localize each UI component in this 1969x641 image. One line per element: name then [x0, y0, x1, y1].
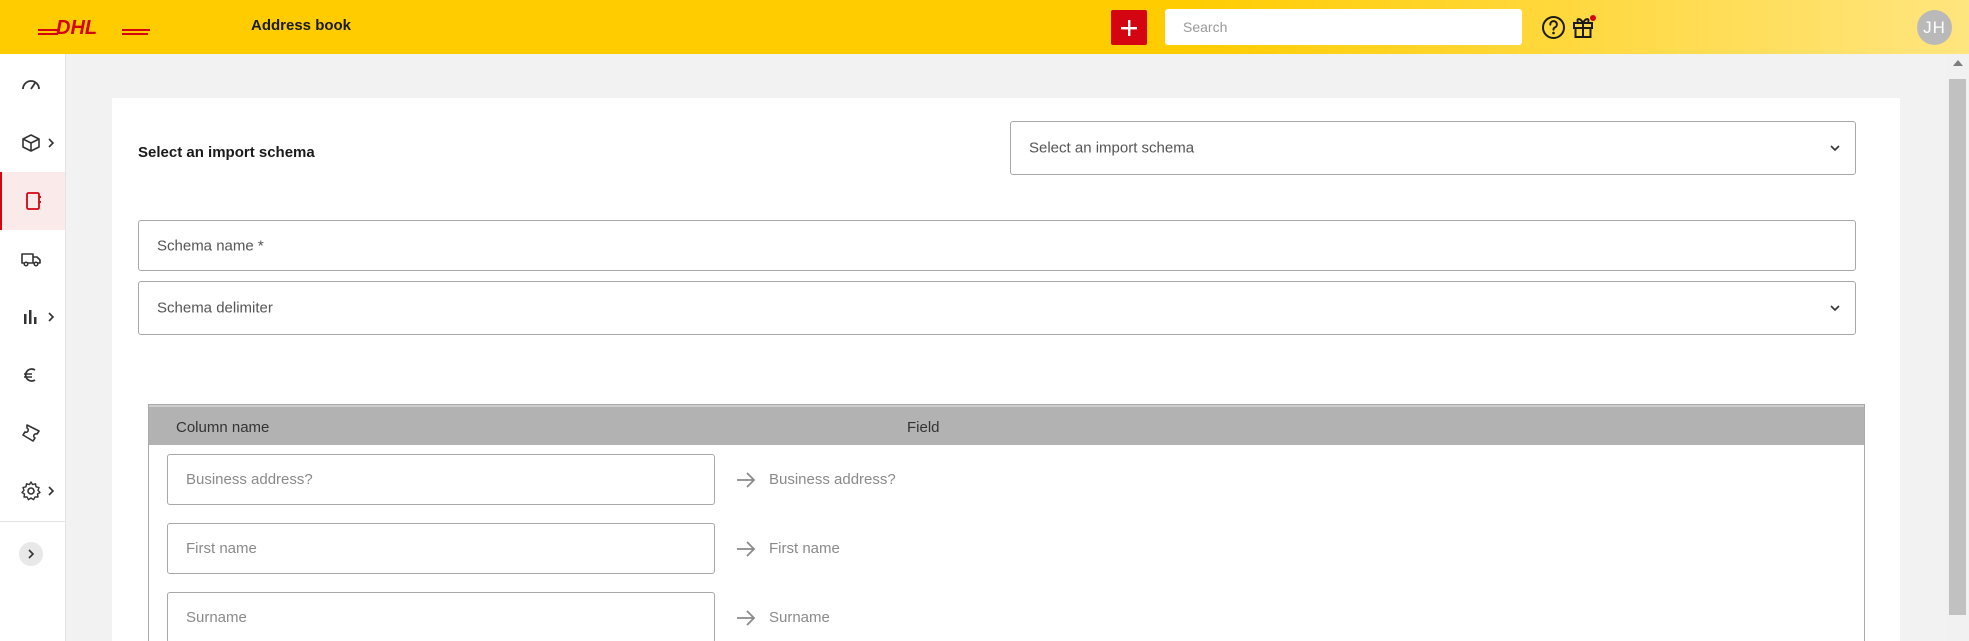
scroll-thumb[interactable]: [1949, 79, 1966, 615]
schema-delimiter-dropdown[interactable]: Schema delimiter: [138, 281, 1856, 335]
sidebar-item-dashboard[interactable]: [0, 56, 65, 114]
chevron-right-icon: [48, 312, 55, 322]
sidebar-item-settings[interactable]: [0, 462, 65, 520]
chevron-down-icon: [1830, 305, 1840, 312]
gift-icon[interactable]: [1571, 14, 1597, 40]
sidebar-expand-button[interactable]: [19, 542, 43, 566]
field-label: First name: [769, 540, 840, 557]
column-name-input[interactable]: [167, 523, 715, 574]
plus-icon: [1121, 19, 1137, 36]
schema-delimiter-placeholder: Schema delimiter: [157, 299, 273, 317]
column-name-input[interactable]: [167, 592, 715, 641]
chevron-right-icon: [48, 138, 55, 148]
help-circle-icon[interactable]: [1541, 15, 1566, 40]
chevron-right-icon: [28, 549, 35, 559]
package-box-icon: [22, 134, 40, 152]
select-schema-label: Select an import schema: [138, 144, 315, 161]
euro-icon: [24, 368, 36, 382]
schema-name-placeholder: Schema name *: [157, 237, 264, 254]
dashboard-gauge-icon: [22, 80, 40, 90]
address-book-icon: [26, 192, 41, 210]
import-schema-dropdown-placeholder: Select an import schema: [1029, 139, 1195, 157]
arrow-right-icon: [737, 610, 756, 626]
page-scrollbar[interactable]: [1946, 54, 1969, 641]
truck-icon: [21, 253, 41, 267]
avatar[interactable]: JH: [1917, 10, 1952, 45]
bar-chart-icon: [24, 310, 37, 324]
dhl-logo[interactable]: DHL: [38, 16, 150, 38]
import-schema-card: Select an import schema Select an import…: [112, 98, 1900, 641]
page-title: Address book: [251, 17, 352, 34]
ticket-icon: [22, 424, 40, 442]
sidebar-item-pickups[interactable]: [0, 230, 65, 288]
sidebar-item-vouchers[interactable]: [0, 404, 65, 462]
table-header: Column name Field: [149, 405, 1864, 445]
sidebar: [0, 54, 66, 641]
arrow-right-icon: [737, 472, 756, 488]
field-header: Field: [907, 419, 940, 436]
gear-icon: [21, 481, 41, 501]
field-label: Business address?: [769, 471, 896, 488]
schema-name-field[interactable]: Schema name *: [138, 220, 1856, 271]
search-input[interactable]: [1165, 9, 1522, 45]
sidebar-divider: [0, 521, 65, 522]
column-name-input[interactable]: [167, 454, 715, 505]
column-name-header: Column name: [176, 419, 270, 436]
import-schema-dropdown[interactable]: Select an import schema: [1010, 121, 1856, 175]
sidebar-item-address-book[interactable]: [0, 172, 65, 230]
chevron-down-icon: [1830, 145, 1840, 152]
column-mapping-table: Column name Field Business address? Firs…: [148, 404, 1865, 641]
sidebar-item-billing[interactable]: [0, 346, 65, 404]
field-label: Surname: [769, 609, 830, 626]
top-header: DHL Address book JH: [0, 0, 1969, 54]
arrow-right-icon: [737, 541, 756, 557]
svg-text:DHL: DHL: [56, 17, 97, 38]
sidebar-item-shipments[interactable]: [0, 114, 65, 172]
scroll-up-arrow[interactable]: [1953, 60, 1963, 66]
chevron-right-icon: [48, 486, 55, 496]
sidebar-item-reports[interactable]: [0, 288, 65, 346]
add-button[interactable]: [1111, 10, 1147, 45]
